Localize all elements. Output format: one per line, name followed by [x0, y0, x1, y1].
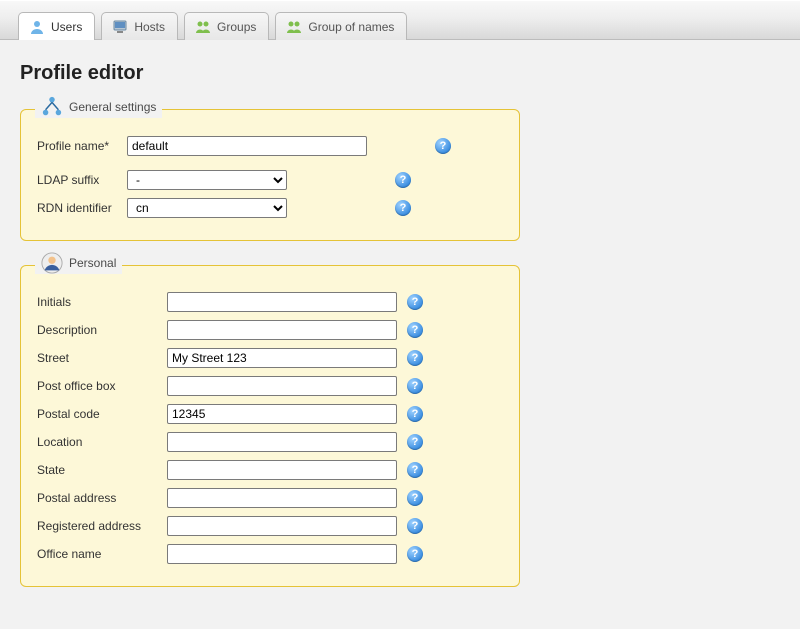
- tab-label: Groups: [217, 20, 256, 34]
- help-icon[interactable]: ?: [407, 490, 423, 506]
- field-input[interactable]: [167, 292, 397, 312]
- field-input[interactable]: [167, 404, 397, 424]
- row-personal-field: Description?: [37, 320, 503, 340]
- row-profile-name: Profile name* ?: [37, 136, 503, 156]
- tab-bar: Users Hosts Groups Group of names: [0, 0, 800, 40]
- row-personal-field: Registered address?: [37, 516, 503, 536]
- label-profile-name: Profile name*: [37, 139, 127, 153]
- row-rdn-identifier: RDN identifier cn ?: [37, 198, 503, 218]
- field-input[interactable]: [167, 544, 397, 564]
- field-label: Initials: [37, 295, 167, 309]
- help-icon[interactable]: ?: [395, 172, 411, 188]
- field-label: State: [37, 463, 167, 477]
- help-icon[interactable]: ?: [407, 378, 423, 394]
- field-input[interactable]: [167, 432, 397, 452]
- row-personal-field: Postal code?: [37, 404, 503, 424]
- field-label: Description: [37, 323, 167, 337]
- tab-users[interactable]: Users: [18, 12, 95, 40]
- row-personal-field: Location?: [37, 432, 503, 452]
- help-icon[interactable]: ?: [407, 518, 423, 534]
- tab-groups[interactable]: Groups: [184, 12, 269, 40]
- help-icon[interactable]: ?: [407, 322, 423, 338]
- help-icon[interactable]: ?: [407, 350, 423, 366]
- help-icon[interactable]: ?: [435, 138, 451, 154]
- page-title: Profile editor: [20, 62, 780, 85]
- user-icon: [29, 19, 45, 35]
- legend-personal: Personal: [35, 252, 122, 274]
- row-personal-field: State?: [37, 460, 503, 480]
- tree-icon: [41, 96, 63, 118]
- tab-label: Group of names: [308, 20, 394, 34]
- field-input[interactable]: [167, 516, 397, 536]
- help-icon[interactable]: ?: [407, 434, 423, 450]
- tab-label: Users: [51, 20, 82, 34]
- help-icon[interactable]: ?: [407, 546, 423, 562]
- field-label: Postal address: [37, 491, 167, 505]
- field-input[interactable]: [167, 320, 397, 340]
- row-personal-field: Initials?: [37, 292, 503, 312]
- row-personal-field: Street?: [37, 348, 503, 368]
- fieldset-personal: Personal Initials?Description?Street?Pos…: [20, 265, 520, 587]
- group-icon: [286, 19, 302, 35]
- help-icon[interactable]: ?: [407, 406, 423, 422]
- fieldset-general-settings: General settings Profile name* ? LDAP su…: [20, 109, 520, 241]
- legend-label: Personal: [69, 256, 116, 270]
- label-rdn-identifier: RDN identifier: [37, 201, 127, 215]
- field-input[interactable]: [167, 460, 397, 480]
- field-label: Post office box: [37, 379, 167, 393]
- label-ldap-suffix: LDAP suffix: [37, 173, 127, 187]
- field-label: Office name: [37, 547, 167, 561]
- legend-general: General settings: [35, 96, 162, 118]
- field-label: Postal code: [37, 407, 167, 421]
- tab-hosts[interactable]: Hosts: [101, 12, 178, 40]
- help-icon[interactable]: ?: [407, 294, 423, 310]
- field-label: Registered address: [37, 519, 167, 533]
- field-label: Street: [37, 351, 167, 365]
- person-icon: [41, 252, 63, 274]
- field-input[interactable]: [167, 348, 397, 368]
- row-personal-field: Office name?: [37, 544, 503, 564]
- row-personal-field: Post office box?: [37, 376, 503, 396]
- help-icon[interactable]: ?: [395, 200, 411, 216]
- ldap-suffix-select[interactable]: -: [127, 170, 287, 190]
- field-label: Location: [37, 435, 167, 449]
- field-input[interactable]: [167, 376, 397, 396]
- legend-label: General settings: [69, 100, 156, 114]
- page-body: Profile editor General settings Profile …: [0, 40, 800, 629]
- rdn-identifier-select[interactable]: cn: [127, 198, 287, 218]
- group-icon: [195, 19, 211, 35]
- row-personal-field: Postal address?: [37, 488, 503, 508]
- help-icon[interactable]: ?: [407, 462, 423, 478]
- profile-name-input[interactable]: [127, 136, 367, 156]
- row-ldap-suffix: LDAP suffix - ?: [37, 170, 503, 190]
- field-input[interactable]: [167, 488, 397, 508]
- tab-group-of-names[interactable]: Group of names: [275, 12, 407, 40]
- host-icon: [112, 19, 128, 35]
- tab-label: Hosts: [134, 20, 165, 34]
